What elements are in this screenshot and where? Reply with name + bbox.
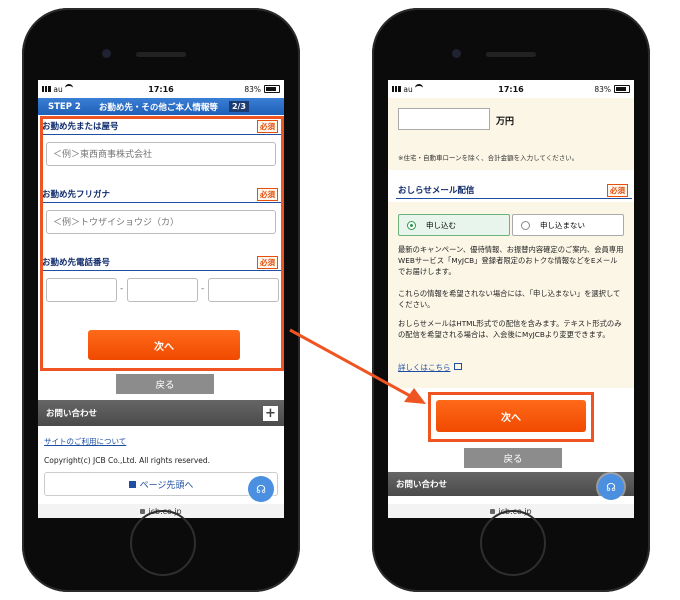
earpiece [486, 52, 536, 57]
lock-icon [140, 508, 146, 514]
page-top-button[interactable]: ページ先頭へ [44, 472, 278, 496]
highlight-frame [40, 116, 284, 371]
status-bar: au 17:16 83% [38, 80, 284, 98]
earpiece [136, 52, 186, 57]
step-title: お勤め先・その他ご本人情報等 [98, 102, 218, 113]
battery-icon [264, 85, 280, 93]
back-button[interactable]: 戻る [464, 448, 562, 468]
radio-selected-icon [407, 220, 416, 230]
external-link-icon [453, 363, 462, 370]
battery-percent: 83% [594, 84, 611, 94]
step-badge: STEP 2 [48, 101, 81, 112]
loan-note: ※住宅・自動車ローンを除く、合計金額を入力してください。 [398, 154, 579, 162]
divider [396, 198, 632, 199]
status-bar: au 17:16 83% [388, 80, 634, 98]
left-phone: au 17:16 83% STEP 2 お勤め先・その他ご本人情報等 2/3 お… [22, 8, 300, 592]
copyright: Copyright(c) JCB Co.,Ltd. All rights res… [44, 456, 211, 465]
radio-unselected-icon [521, 220, 530, 230]
inquiry-bar[interactable]: お問い合わせ [388, 472, 634, 496]
mail-description-3: おしらせメールはHTML形式での配信を含みます。テキスト形式のみの配信を希望され… [398, 319, 622, 339]
details-link[interactable]: 詳しくはこちら [398, 362, 462, 373]
option-decline-label: 申し込まない [540, 220, 585, 230]
chat-support-icon[interactable]: ☊ [598, 474, 624, 500]
site-usage-link[interactable]: サイトのご利用について [44, 436, 126, 447]
required-badge: 必須 [607, 184, 628, 197]
back-button[interactable]: 戻る [116, 374, 214, 394]
front-camera [452, 49, 461, 58]
left-screen: au 17:16 83% STEP 2 お勤め先・その他ご本人情報等 2/3 お… [38, 80, 284, 518]
battery-icon [614, 85, 630, 93]
battery-percent: 83% [244, 84, 261, 94]
option-subscribe-label: 申し込む [426, 220, 456, 230]
mail-description-1: 最新のキャンペーン、優待情報、お振替内容確定のご案内、会員専用WEBサービス「M… [398, 245, 624, 276]
step-bar: STEP 2 お勤め先・その他ご本人情報等 2/3 [38, 98, 284, 115]
option-decline[interactable]: 申し込まない [512, 214, 624, 236]
right-phone: au 17:16 83% 万円 ※住宅・自動車ローンを除く、合計金額を入力してく… [372, 8, 650, 592]
chat-support-icon[interactable]: ☊ [248, 476, 274, 502]
step-page: 2/3 [228, 101, 249, 112]
plus-icon[interactable]: + [263, 405, 278, 421]
mail-title: おしらせメール配信 [398, 186, 475, 196]
lock-icon [490, 508, 496, 514]
home-button[interactable] [480, 510, 546, 576]
mail-description-2: これらの情報を希望されない場合には、「申し込まない」を選択してください。 [398, 289, 621, 309]
home-button[interactable] [130, 510, 196, 576]
page-top-icon [128, 480, 136, 488]
front-camera [102, 49, 111, 58]
right-screen: au 17:16 83% 万円 ※住宅・自動車ローンを除く、合計金額を入力してく… [388, 80, 634, 518]
page-top-label: ページ先頭へ [139, 480, 194, 491]
inquiry-label: お問い合わせ [396, 480, 448, 490]
amount-unit: 万円 [496, 117, 515, 127]
inquiry-label: お問い合わせ [46, 409, 98, 419]
next-button[interactable]: 次へ [436, 400, 586, 432]
amount-input[interactable] [398, 108, 490, 130]
inquiry-bar[interactable]: お問い合わせ + [38, 400, 284, 426]
option-subscribe[interactable]: 申し込む [398, 214, 510, 236]
